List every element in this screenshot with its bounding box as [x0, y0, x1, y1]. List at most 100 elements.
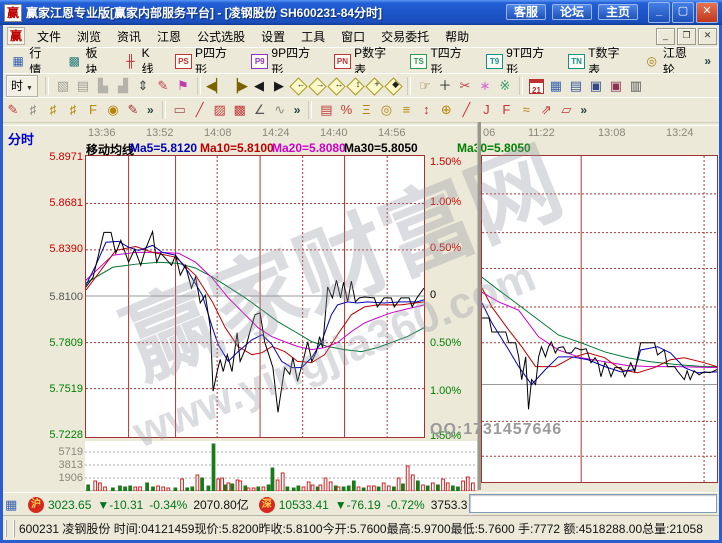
zoom-in-icon[interactable]: + [365, 77, 383, 95]
gann-circle-icon[interactable]: ◉ [104, 101, 122, 119]
gann-pencil-icon[interactable]: ✎ [4, 101, 22, 119]
period-selector-button[interactable]: 时▼ [6, 75, 38, 97]
quick-entry-field[interactable] [469, 494, 717, 513]
p9-square-button[interactable]: P99P四方形 [245, 49, 326, 73]
gann-target-icon[interactable]: ⊕ [437, 101, 455, 119]
status-field-label: 现价: [194, 522, 221, 536]
sz-index-pct: -0.72% [387, 498, 425, 512]
save-icon[interactable]: ▣ [587, 77, 605, 95]
gann-range-icon[interactable]: ↕ [417, 101, 435, 119]
calculator-icon[interactable]: ▦ [547, 77, 565, 95]
gann-f-tool-icon[interactable]: F [497, 101, 515, 119]
menu-item-4[interactable]: 江恩 [149, 26, 189, 47]
status-field-value: 5.7600 [350, 522, 387, 536]
titlebar-button-1[interactable]: 客服 [506, 4, 546, 20]
knot-icon[interactable]: ※ [496, 77, 514, 95]
gann-trend-icon[interactable]: ╱ [457, 101, 475, 119]
maximize-button[interactable]: ▢ [672, 2, 694, 23]
titlebar-button-3[interactable]: 主页 [598, 4, 638, 20]
flower-icon[interactable]: ∗ [476, 77, 494, 95]
report-icon[interactable]: ▤ [74, 77, 92, 95]
titlebar-button-2[interactable]: 论坛 [552, 4, 592, 20]
toolbar-overflow-icon[interactable]: » [704, 54, 711, 68]
flag-icon[interactable]: ⚑ [174, 77, 192, 95]
close-button[interactable]: ✕ [696, 2, 718, 23]
index-grid-icon[interactable]: ▦ [5, 498, 21, 512]
gann-bands-icon[interactable]: ≡ [397, 101, 415, 119]
expand-h-icon[interactable]: ↔ [327, 77, 345, 95]
scale-spin-icon[interactable]: ⇕ [134, 77, 152, 95]
minimize-button[interactable]: _ [648, 2, 670, 23]
gann-shade-icon[interactable]: ▨ [211, 101, 229, 119]
quotes-button[interactable]: ▦行情 [4, 49, 58, 73]
crosshair-icon[interactable]: ＋ [436, 77, 454, 95]
gann-retrace-icon[interactable]: Ξ [357, 101, 375, 119]
pan-left-icon[interactable]: ← [289, 77, 307, 95]
notebook-icon[interactable]: ▤ [567, 77, 585, 95]
gann-wave-icon[interactable]: ∿ [271, 101, 289, 119]
last-bar-icon[interactable]: ▕▶ [228, 77, 248, 95]
kline-button[interactable]: ╫K线 [116, 49, 166, 73]
gann-shade2-icon[interactable]: ▩ [231, 101, 249, 119]
gann-pencil2-icon[interactable]: ✎ [124, 101, 142, 119]
gann-grid-gold-icon[interactable]: ♯ [44, 101, 62, 119]
scissors-icon[interactable]: ✂ [456, 77, 474, 95]
t-number-table-icon: TN [568, 54, 585, 69]
step-forward-icon[interactable]: ▶ [270, 77, 288, 95]
annotate-icon[interactable]: ✎ [154, 77, 172, 95]
t9-square-button[interactable]: T99T四方形 [480, 49, 560, 73]
gann-grid-gold2-icon[interactable]: ♯ [64, 101, 82, 119]
gann-j-tool-icon[interactable]: J [477, 101, 495, 119]
mini-chart-icon[interactable]: ▙ [94, 77, 112, 95]
pane-splitter[interactable] [477, 122, 481, 490]
gann-arrow-icon[interactable]: ⇗ [537, 101, 555, 119]
step-back-icon[interactable]: ◀ [250, 77, 268, 95]
pan-right-icon[interactable]: → [308, 77, 326, 95]
gann-fan-f-icon[interactable]: F [84, 101, 102, 119]
gann-percent-icon[interactable]: % [337, 101, 355, 119]
zoom-reset-icon[interactable]: ◆ [384, 77, 402, 95]
export-icon[interactable]: ▣ [607, 77, 625, 95]
toolbar-overflow-icon[interactable]: » [147, 103, 154, 117]
menu-item-3[interactable]: 资讯 [109, 26, 149, 47]
volume-pane[interactable] [85, 441, 478, 491]
volume-axis-label: 3813 [52, 459, 83, 471]
gann-grid-gray-icon[interactable]: ♯ [24, 101, 42, 119]
gann-wheel-button[interactable]: ◎江恩轮 [638, 49, 704, 73]
statusbar-gripper[interactable] [5, 520, 15, 537]
pattern-icon[interactable]: ▧ [54, 77, 72, 95]
toolbar-overflow-icon[interactable]: » [580, 103, 587, 117]
mdi-minimize-button[interactable]: _ [656, 28, 675, 45]
mini-chart2-icon[interactable]: ▟ [114, 77, 132, 95]
gann-channel-icon[interactable]: ▱ [557, 101, 575, 119]
gann-cycles-icon[interactable]: ≈ [517, 101, 535, 119]
gann-rings-icon[interactable]: ◎ [377, 101, 395, 119]
sectors-button[interactable]: ▩板块 [60, 49, 114, 73]
price-axis-label: 5.8681 [48, 197, 83, 209]
mdi-close-button[interactable]: ✕ [698, 28, 717, 45]
gann-angle-icon[interactable]: ∠ [251, 101, 269, 119]
status-field-value: 7772 [533, 522, 560, 536]
print-icon[interactable]: ▥ [627, 77, 645, 95]
p-number-table-button[interactable]: PNP数字表 [328, 49, 402, 73]
t-number-table-button[interactable]: TNT数字表 [562, 49, 636, 73]
status-field-label: 手: [515, 522, 534, 536]
first-bar-icon[interactable]: ◀▏ [206, 77, 226, 95]
gann-fanlines-icon[interactable]: ╱ [191, 101, 209, 119]
expand-v-icon[interactable]: ↕ [346, 77, 364, 95]
toolbar-overflow-icon[interactable]: » [294, 103, 301, 117]
p-square-button[interactable]: PSP四方形 [169, 49, 243, 73]
mdi-restore-button[interactable]: ❐ [677, 28, 696, 45]
sz-index-change: ▼-76.19 [335, 498, 381, 512]
time-axis-label: 06 [483, 127, 495, 139]
gann-box-icon[interactable]: ▭ [171, 101, 189, 119]
calendar-icon[interactable]: 21 [529, 79, 544, 94]
intraday-price-pane[interactable] [85, 155, 425, 438]
toolbar-separator [407, 77, 411, 95]
hand-icon[interactable]: ☞ [416, 77, 434, 95]
t-square-button[interactable]: TST四方形 [404, 49, 478, 73]
window-frame-left [0, 25, 3, 540]
gann-levels-icon[interactable]: ▤ [317, 101, 335, 119]
time-axis-label: 13:24 [666, 127, 694, 139]
overview-price-pane[interactable] [481, 155, 718, 483]
